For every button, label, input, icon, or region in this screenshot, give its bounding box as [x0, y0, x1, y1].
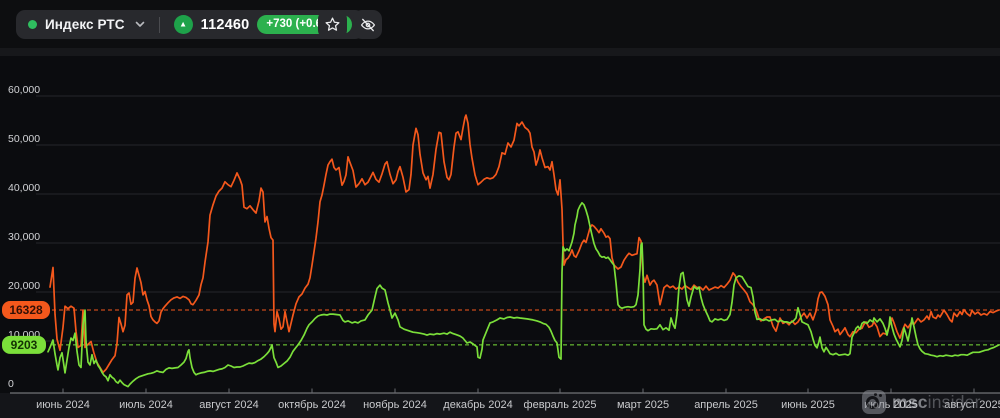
quote-value: 112460: [200, 16, 250, 33]
eye-off-icon: [360, 18, 375, 31]
price-label-text: 9203: [11, 338, 38, 352]
month-label: август 2025: [944, 399, 1000, 411]
month-label: февраль 2025: [524, 399, 597, 411]
month-label: октябрь 2024: [278, 399, 346, 411]
month-label: июнь 2025: [781, 399, 835, 411]
y-axis-label: 30,000: [8, 231, 40, 243]
instrument-name: Индекс РТС: [45, 17, 125, 32]
instrument-selector[interactable]: Индекс РТС ▲ 112460 +730 (+0.65%): [16, 10, 364, 39]
month-label: март 2025: [617, 399, 669, 411]
chevron-down-icon: [135, 21, 145, 28]
instrument-status-dot: [28, 20, 37, 29]
header-divider: [158, 16, 160, 33]
series-orange-line: [49, 114, 1000, 374]
month-label: июнь 2024: [36, 399, 90, 411]
y-axis-label: 40,000: [8, 182, 40, 194]
series-green-line: [47, 201, 1000, 388]
favorite-button[interactable]: [318, 10, 347, 39]
price-label-text: 16328: [9, 303, 43, 317]
chart-area: 60,000 50,000 40,000 30,000 20,000 10,000 0 163…: [0, 48, 1000, 418]
y-axis-label: 60,000: [8, 84, 40, 96]
star-icon: [325, 17, 340, 31]
month-label: ноябрь 2024: [363, 399, 427, 411]
hide-button[interactable]: [353, 10, 382, 39]
y-axis-label: 0: [8, 378, 14, 390]
month-label: июль 2024: [119, 399, 173, 411]
y-axis-label: 50,000: [8, 133, 40, 145]
trend-up-icon: ▲: [173, 15, 193, 34]
chart-canvas[interactable]: 60,00050,00040,00030,00020,00010,0000163…: [0, 56, 1000, 418]
month-label: декабрь 2024: [443, 399, 512, 411]
month-label: апрель 2025: [694, 399, 758, 411]
month-label: июль 2025: [864, 399, 918, 411]
month-label: август 2024: [199, 399, 258, 411]
trading-chart-app: Индекс РТС ▲ 112460 +730 (+0.65%) 60,000…: [0, 0, 1000, 418]
y-axis-label: 20,000: [8, 280, 40, 292]
chart-header: Индекс РТС ▲ 112460 +730 (+0.65%): [0, 0, 1000, 48]
